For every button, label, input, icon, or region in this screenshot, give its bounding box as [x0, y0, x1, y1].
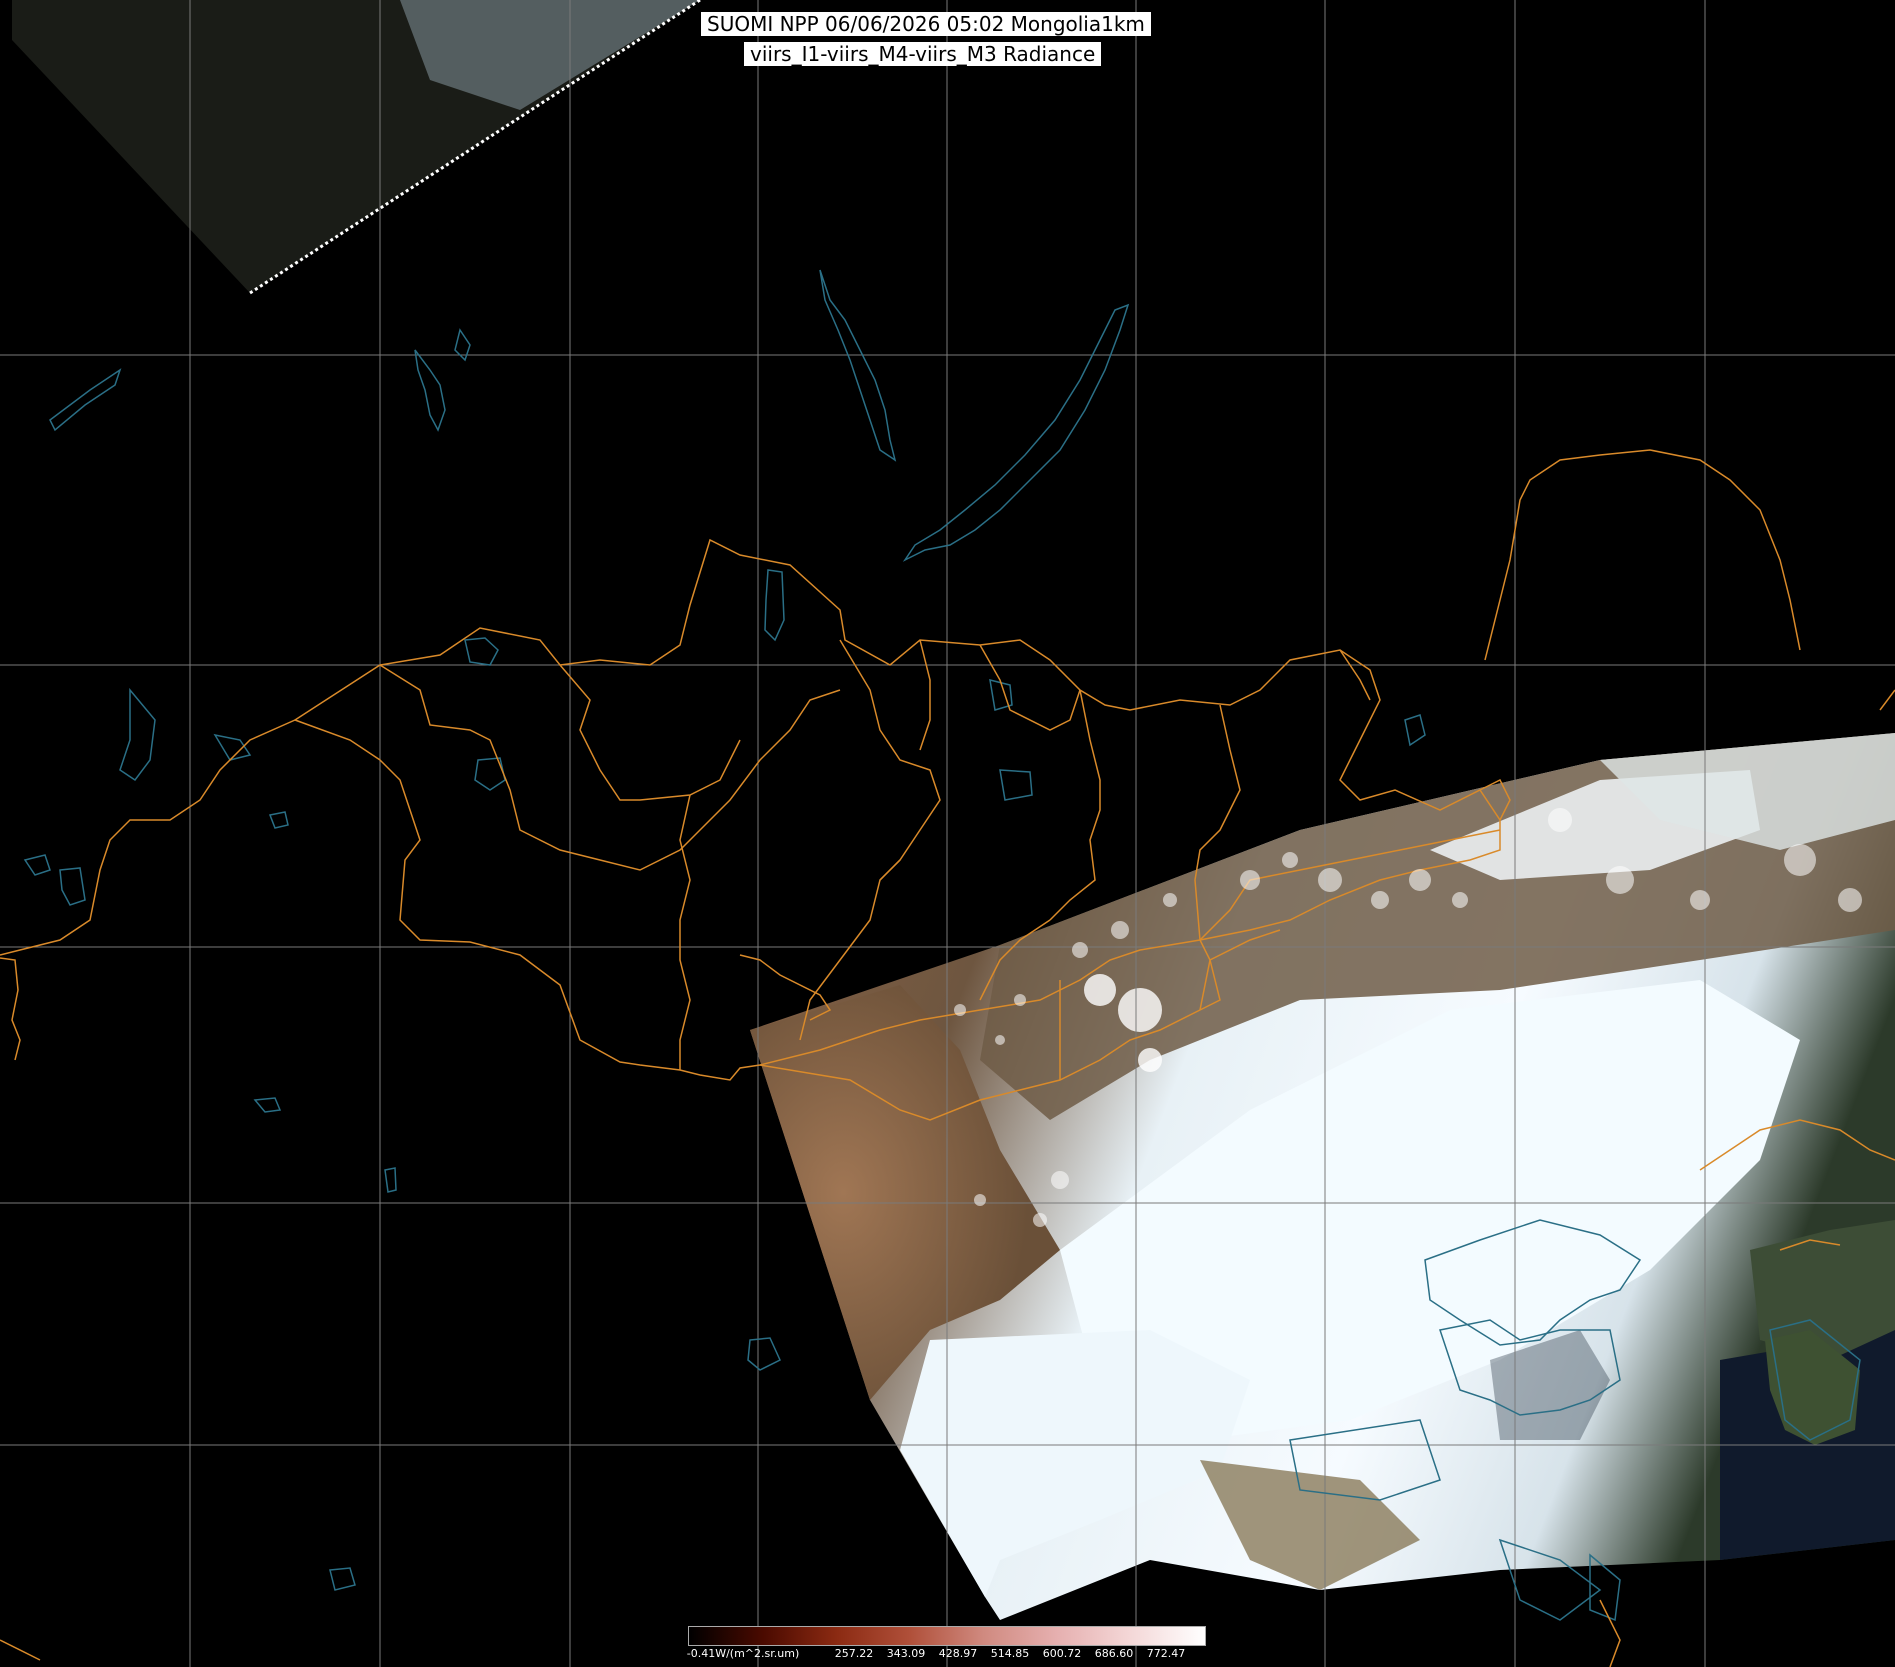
- map-title-line2: viirs_I1-viirs_M4-viirs_M3 Radiance: [744, 42, 1102, 66]
- colorbar-label: 257.22: [834, 1647, 874, 1660]
- colorbar-labels: -0.41W/(m^2.sr.um) 257.22 343.09 428.97 …: [686, 1647, 1208, 1663]
- map-title-line1: SUOMI NPP 06/06/2026 05:02 Mongolia1km: [701, 12, 1151, 36]
- colorbar-label: 772.47: [1146, 1647, 1186, 1660]
- colorbar: [688, 1626, 1206, 1646]
- colorbar-label: 686.60: [1094, 1647, 1134, 1660]
- colorbar-label: 343.09: [886, 1647, 926, 1660]
- colorbar-label: 428.97: [938, 1647, 978, 1660]
- colorbar-label: 600.72: [1042, 1647, 1082, 1660]
- colorbar-label: -0.41W/(m^2.sr.um): [686, 1647, 800, 1660]
- satellite-map: [0, 0, 1895, 1667]
- colorbar-label: 514.85: [990, 1647, 1030, 1660]
